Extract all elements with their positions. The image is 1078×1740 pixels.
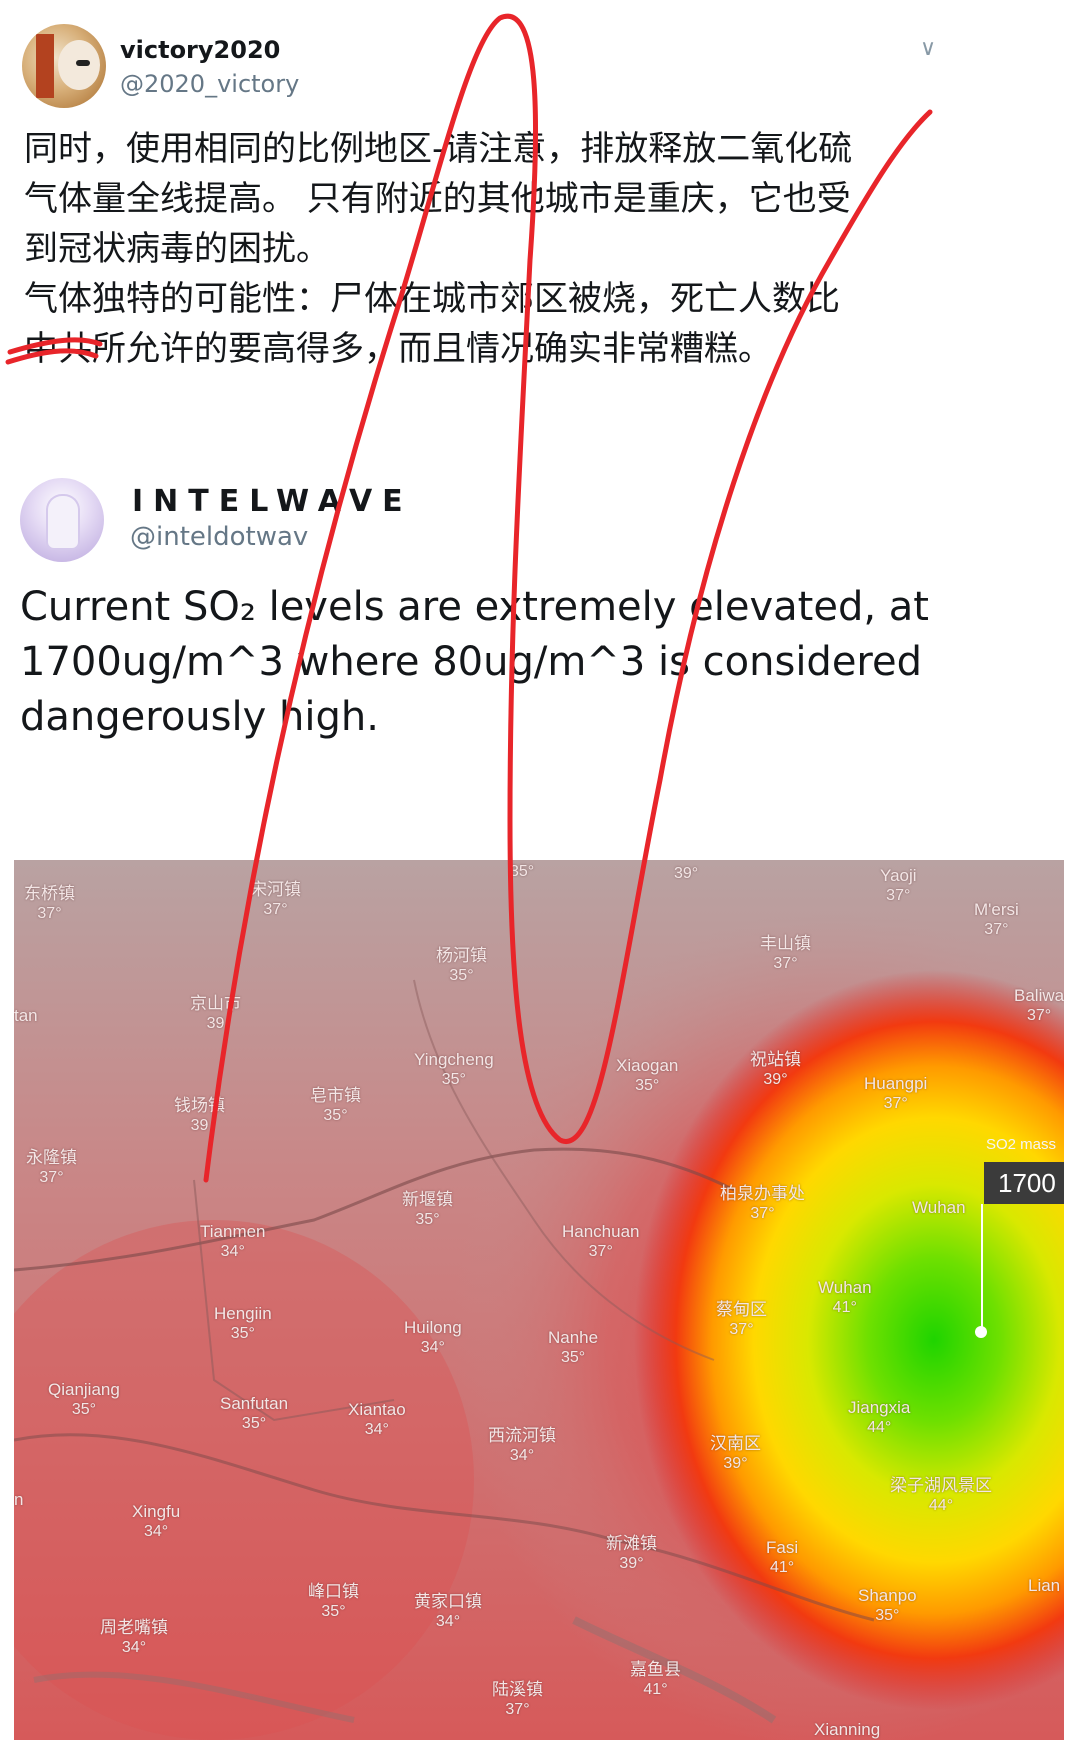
map-label: 祝站镇 39° xyxy=(750,1050,801,1088)
tweet-text: Current SO₂ levels are extremely elevate… xyxy=(20,584,929,740)
map-label: Hanchuan 37° xyxy=(562,1222,640,1260)
map-label: 陆溪镇 37° xyxy=(492,1680,543,1718)
map-label: 新堰镇 35° xyxy=(402,1190,453,1228)
map-label: Sanfutan 35° xyxy=(220,1394,289,1432)
map-label: 西流河镇 34° xyxy=(488,1426,556,1464)
map-label: 39° xyxy=(674,865,699,882)
so2-heatmap[interactable]: 东桥镇 37° 宋河镇 37° 35° 39° Yaoji 37° M'ersi 37°… xyxy=(14,860,1064,1740)
map-label: Hengiin 35° xyxy=(214,1304,272,1342)
avatar-red-banner xyxy=(36,34,54,98)
map-label: 丰山镇 37° xyxy=(760,934,811,972)
tooltip-pin-line xyxy=(981,1204,983,1330)
user-avatar[interactable] xyxy=(20,478,104,562)
map-label: 永隆镇 37° xyxy=(26,1148,77,1186)
map-label: Yaoji 37° xyxy=(880,866,917,904)
map-label: 梁子湖风景区 44° xyxy=(890,1476,992,1514)
map-label: 宋河镇 37° xyxy=(250,880,301,918)
map-label: Xianning xyxy=(814,1720,881,1739)
map-label: 东桥镇 37° xyxy=(24,884,75,922)
display-name[interactable]: INTELWAVE xyxy=(132,484,413,519)
map-label: 蔡甸区 37° xyxy=(716,1300,767,1338)
map-label: 汉南区 39° xyxy=(710,1434,761,1472)
map-label: Jiangxia 44° xyxy=(848,1398,911,1436)
map-label: Huangpi 37° xyxy=(864,1074,928,1112)
tooltip-pin-dot xyxy=(975,1326,987,1338)
map-label: Wuhan 41° xyxy=(818,1278,872,1316)
map-label: Yingcheng 35° xyxy=(414,1050,494,1088)
map-label: Xingfu 34° xyxy=(132,1502,181,1540)
so2-tooltip-title: SO2 mass xyxy=(986,1136,1057,1153)
map-label: Tianmen 34° xyxy=(200,1222,266,1260)
map-label: 嘉鱼县 41° xyxy=(630,1660,681,1698)
map-label: Shanpo 35° xyxy=(858,1586,917,1624)
map-label: 35° xyxy=(510,863,535,880)
chevron-down-icon[interactable]: ∨ xyxy=(920,36,936,61)
so2-value-tooltip: 1700 xyxy=(984,1162,1064,1204)
map-label: 柏泉办事处 37° xyxy=(720,1184,805,1222)
display-name[interactable]: victory2020 xyxy=(120,36,280,64)
avatar-statue-bust xyxy=(48,496,78,548)
map-label: 新滩镇 39° xyxy=(606,1534,657,1572)
map-label: M'ersi 37° xyxy=(974,900,1019,938)
map-label: Nanhe 35° xyxy=(548,1328,599,1366)
map-label: Xiaogan 35° xyxy=(616,1056,679,1094)
tweet-text: 同时，使用相同的比例地区-请注意，排放释放二氧化硫 气体量全线提高。 只有附近的… xyxy=(24,129,853,369)
map-label: n xyxy=(14,1490,24,1509)
map-label: tan xyxy=(14,1006,38,1025)
map-label: 皂市镇 35° xyxy=(310,1086,361,1124)
map-label: Qianjiang 35° xyxy=(48,1380,120,1418)
map-label: Xiantao 34° xyxy=(348,1400,406,1438)
map-label: 黄家口镇 34° xyxy=(414,1592,482,1630)
map-label: Lian xyxy=(1028,1576,1061,1595)
map-label: Wuhan xyxy=(912,1198,966,1217)
avatar-eye xyxy=(76,60,90,66)
map-label: 周老嘴镇 34° xyxy=(100,1618,168,1656)
user-avatar[interactable] xyxy=(22,24,106,108)
map-label: Fasi 41° xyxy=(766,1538,799,1576)
map-label: 京山市 39 xyxy=(190,994,241,1032)
map-label: 峰口镇 35° xyxy=(308,1582,359,1620)
user-handle[interactable]: @2020_victory xyxy=(120,70,299,98)
user-handle[interactable]: @inteldotwav xyxy=(130,522,308,552)
map-label: 钱场镇 39 xyxy=(174,1096,225,1134)
map-label: 杨河镇 35° xyxy=(436,946,487,984)
map-label: Baliwa 37° xyxy=(1014,986,1064,1024)
map-label: Huilong 34° xyxy=(404,1318,462,1356)
